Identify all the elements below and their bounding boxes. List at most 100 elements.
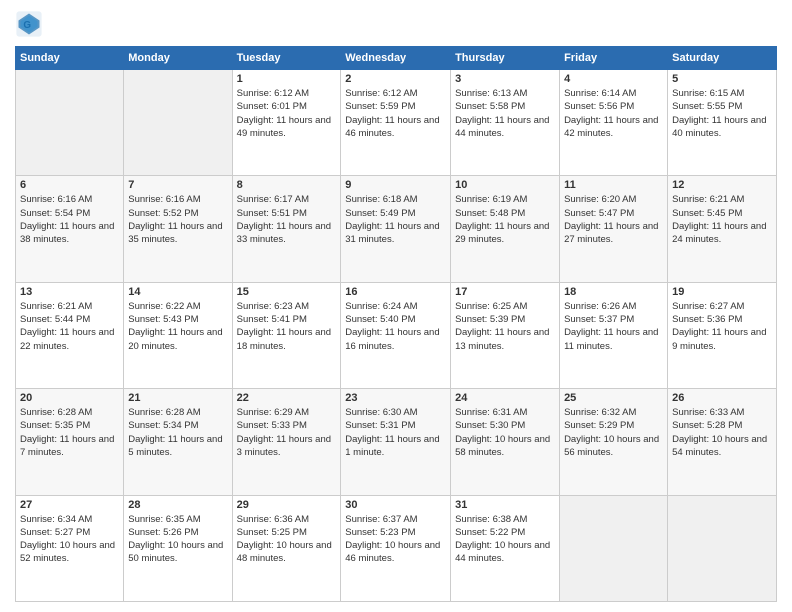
day-info: Sunrise: 6:36 AM Sunset: 5:25 PM Dayligh…	[237, 513, 337, 566]
day-info: Sunrise: 6:30 AM Sunset: 5:31 PM Dayligh…	[345, 406, 446, 459]
day-info: Sunrise: 6:19 AM Sunset: 5:48 PM Dayligh…	[455, 193, 555, 246]
day-info: Sunrise: 6:37 AM Sunset: 5:23 PM Dayligh…	[345, 513, 446, 566]
header: G	[15, 10, 777, 38]
day-info: Sunrise: 6:28 AM Sunset: 5:35 PM Dayligh…	[20, 406, 119, 459]
day-number: 28	[128, 499, 227, 511]
day-header-tuesday: Tuesday	[232, 47, 341, 70]
calendar-cell	[124, 70, 232, 176]
day-number: 13	[20, 286, 119, 298]
day-info: Sunrise: 6:29 AM Sunset: 5:33 PM Dayligh…	[237, 406, 337, 459]
calendar-cell: 18 Sunrise: 6:26 AM Sunset: 5:37 PM Dayli…	[560, 282, 668, 388]
calendar-cell: 27 Sunrise: 6:34 AM Sunset: 5:27 PM Dayli…	[16, 495, 124, 601]
day-info: Sunrise: 6:16 AM Sunset: 5:54 PM Dayligh…	[20, 193, 119, 246]
day-info: Sunrise: 6:16 AM Sunset: 5:52 PM Dayligh…	[128, 193, 227, 246]
day-info: Sunrise: 6:12 AM Sunset: 5:59 PM Dayligh…	[345, 87, 446, 140]
day-number: 18	[564, 286, 663, 298]
calendar-header-row: SundayMondayTuesdayWednesdayThursdayFrid…	[16, 47, 777, 70]
day-number: 14	[128, 286, 227, 298]
day-number: 29	[237, 499, 337, 511]
day-info: Sunrise: 6:24 AM Sunset: 5:40 PM Dayligh…	[345, 300, 446, 353]
week-row-1: 1Sunrise: 6:12 AM Sunset: 6:01 PM Daylig…	[16, 70, 777, 176]
calendar-cell: 30 Sunrise: 6:37 AM Sunset: 5:23 PM Dayli…	[341, 495, 451, 601]
calendar: SundayMondayTuesdayWednesdayThursdayFrid…	[15, 46, 777, 602]
week-row-2: 6Sunrise: 6:16 AM Sunset: 5:54 PM Daylig…	[16, 176, 777, 282]
day-info: Sunrise: 6:38 AM Sunset: 5:22 PM Dayligh…	[455, 513, 555, 566]
day-info: Sunrise: 6:22 AM Sunset: 5:43 PM Dayligh…	[128, 300, 227, 353]
calendar-cell: 9Sunrise: 6:18 AM Sunset: 5:49 PM Daylig…	[341, 176, 451, 282]
calendar-cell: 22Sunrise: 6:29 AM Sunset: 5:33 PM Dayli…	[232, 389, 341, 495]
day-number: 7	[128, 179, 227, 191]
day-info: Sunrise: 6:31 AM Sunset: 5:30 PM Dayligh…	[455, 406, 555, 459]
day-info: Sunrise: 6:33 AM Sunset: 5:28 PM Dayligh…	[672, 406, 772, 459]
day-info: Sunrise: 6:34 AM Sunset: 5:27 PM Dayligh…	[20, 513, 119, 566]
day-number: 16	[345, 286, 446, 298]
day-number: 30	[345, 499, 446, 511]
day-info: Sunrise: 6:32 AM Sunset: 5:29 PM Dayligh…	[564, 406, 663, 459]
day-number: 21	[128, 392, 227, 404]
calendar-cell: 12Sunrise: 6:21 AM Sunset: 5:45 PM Dayli…	[668, 176, 777, 282]
calendar-cell: 17 Sunrise: 6:25 AM Sunset: 5:39 PM Dayli…	[451, 282, 560, 388]
day-number: 9	[345, 179, 446, 191]
calendar-cell: 14 Sunrise: 6:22 AM Sunset: 5:43 PM Dayli…	[124, 282, 232, 388]
day-info: Sunrise: 6:12 AM Sunset: 6:01 PM Dayligh…	[237, 87, 337, 140]
day-number: 17	[455, 286, 555, 298]
week-row-4: 20 Sunrise: 6:28 AM Sunset: 5:35 PM Dayli…	[16, 389, 777, 495]
day-info: Sunrise: 6:25 AM Sunset: 5:39 PM Dayligh…	[455, 300, 555, 353]
calendar-cell: 25 Sunrise: 6:32 AM Sunset: 5:29 PM Dayli…	[560, 389, 668, 495]
day-header-saturday: Saturday	[668, 47, 777, 70]
calendar-cell: 21Sunrise: 6:28 AM Sunset: 5:34 PM Dayli…	[124, 389, 232, 495]
calendar-cell: 8 Sunrise: 6:17 AM Sunset: 5:51 PM Daylig…	[232, 176, 341, 282]
calendar-cell	[668, 495, 777, 601]
calendar-cell: 3 Sunrise: 6:13 AM Sunset: 5:58 PM Daylig…	[451, 70, 560, 176]
page: G SundayMondayTuesdayWednesdayThursdayFr…	[0, 0, 792, 612]
day-info: Sunrise: 6:13 AM Sunset: 5:58 PM Dayligh…	[455, 87, 555, 140]
day-number: 4	[564, 73, 663, 85]
day-number: 26	[672, 392, 772, 404]
day-number: 5	[672, 73, 772, 85]
calendar-cell: 15 Sunrise: 6:23 AM Sunset: 5:41 PM Dayli…	[232, 282, 341, 388]
calendar-cell: 26 Sunrise: 6:33 AM Sunset: 5:28 PM Dayli…	[668, 389, 777, 495]
day-info: Sunrise: 6:17 AM Sunset: 5:51 PM Dayligh…	[237, 193, 337, 246]
calendar-cell: 2 Sunrise: 6:12 AM Sunset: 5:59 PM Daylig…	[341, 70, 451, 176]
day-info: Sunrise: 6:23 AM Sunset: 5:41 PM Dayligh…	[237, 300, 337, 353]
day-info: Sunrise: 6:14 AM Sunset: 5:56 PM Dayligh…	[564, 87, 663, 140]
day-info: Sunrise: 6:15 AM Sunset: 5:55 PM Dayligh…	[672, 87, 772, 140]
week-row-3: 13 Sunrise: 6:21 AM Sunset: 5:44 PM Dayli…	[16, 282, 777, 388]
day-info: Sunrise: 6:27 AM Sunset: 5:36 PM Dayligh…	[672, 300, 772, 353]
logo: G	[15, 10, 47, 38]
day-header-sunday: Sunday	[16, 47, 124, 70]
day-number: 3	[455, 73, 555, 85]
calendar-cell: 28 Sunrise: 6:35 AM Sunset: 5:26 PM Dayli…	[124, 495, 232, 601]
calendar-cell: 29 Sunrise: 6:36 AM Sunset: 5:25 PM Dayli…	[232, 495, 341, 601]
day-header-monday: Monday	[124, 47, 232, 70]
day-number: 15	[237, 286, 337, 298]
day-info: Sunrise: 6:35 AM Sunset: 5:26 PM Dayligh…	[128, 513, 227, 566]
day-number: 8	[237, 179, 337, 191]
calendar-cell: 7 Sunrise: 6:16 AM Sunset: 5:52 PM Daylig…	[124, 176, 232, 282]
day-number: 20	[20, 392, 119, 404]
day-info: Sunrise: 6:21 AM Sunset: 5:44 PM Dayligh…	[20, 300, 119, 353]
calendar-cell: 13 Sunrise: 6:21 AM Sunset: 5:44 PM Dayli…	[16, 282, 124, 388]
day-header-wednesday: Wednesday	[341, 47, 451, 70]
calendar-cell: 19 Sunrise: 6:27 AM Sunset: 5:36 PM Dayli…	[668, 282, 777, 388]
calendar-cell: 24 Sunrise: 6:31 AM Sunset: 5:30 PM Dayli…	[451, 389, 560, 495]
calendar-cell	[16, 70, 124, 176]
calendar-cell	[560, 495, 668, 601]
calendar-cell: 31Sunrise: 6:38 AM Sunset: 5:22 PM Dayli…	[451, 495, 560, 601]
calendar-cell: 23 Sunrise: 6:30 AM Sunset: 5:31 PM Dayli…	[341, 389, 451, 495]
calendar-cell: 20 Sunrise: 6:28 AM Sunset: 5:35 PM Dayli…	[16, 389, 124, 495]
day-info: Sunrise: 6:26 AM Sunset: 5:37 PM Dayligh…	[564, 300, 663, 353]
calendar-cell: 10 Sunrise: 6:19 AM Sunset: 5:48 PM Dayli…	[451, 176, 560, 282]
week-row-5: 27 Sunrise: 6:34 AM Sunset: 5:27 PM Dayli…	[16, 495, 777, 601]
day-number: 24	[455, 392, 555, 404]
logo-icon: G	[15, 10, 43, 38]
day-number: 10	[455, 179, 555, 191]
day-number: 23	[345, 392, 446, 404]
calendar-cell: 16 Sunrise: 6:24 AM Sunset: 5:40 PM Dayli…	[341, 282, 451, 388]
calendar-cell: 1Sunrise: 6:12 AM Sunset: 6:01 PM Daylig…	[232, 70, 341, 176]
day-number: 25	[564, 392, 663, 404]
day-number: 19	[672, 286, 772, 298]
day-info: Sunrise: 6:21 AM Sunset: 5:45 PM Dayligh…	[672, 193, 772, 246]
day-number: 2	[345, 73, 446, 85]
day-number: 27	[20, 499, 119, 511]
